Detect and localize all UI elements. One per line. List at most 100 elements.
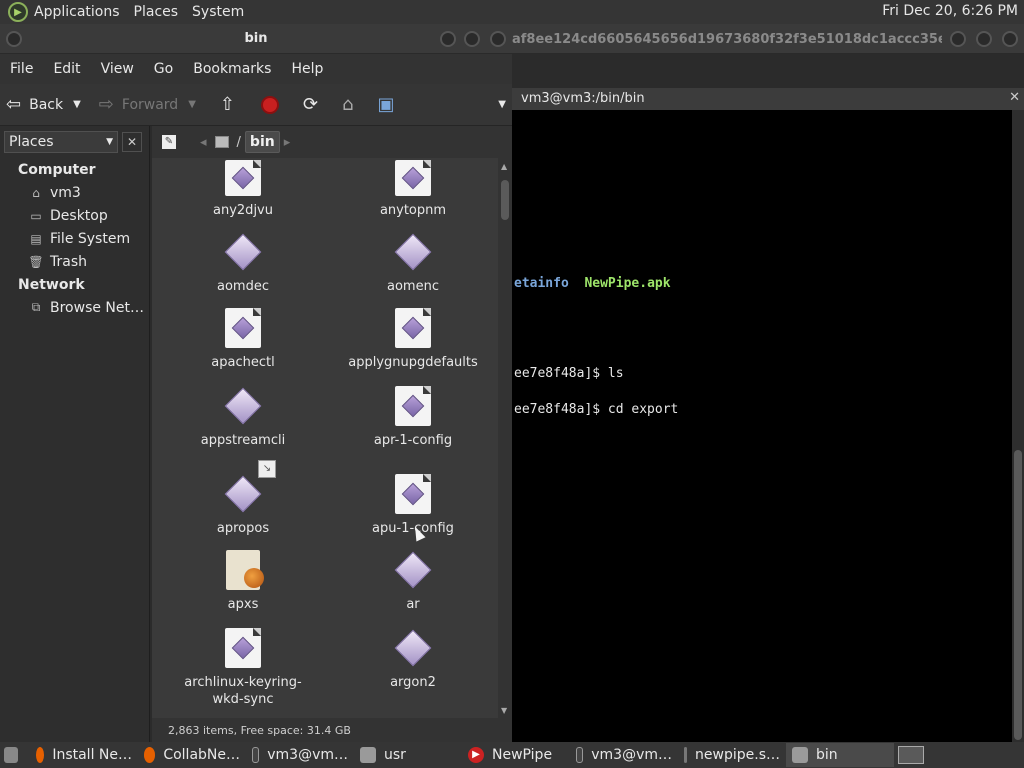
back-button[interactable]: ⇦ Back ▼ — [0, 90, 87, 120]
file-item[interactable]: apachectl — [158, 308, 328, 371]
sidebar-item-browse-network[interactable]: ⧉ Browse Net… — [0, 296, 149, 319]
file-label: appstreamcli — [200, 433, 286, 448]
toggle-location-entry-button[interactable]: ✎ — [158, 131, 180, 153]
taskbar-item-label: CollabNe… — [163, 747, 240, 763]
distro-logo-icon[interactable]: ▶ — [8, 2, 28, 22]
minimize-button[interactable] — [440, 31, 456, 47]
file-item[interactable]: ar — [328, 550, 498, 613]
terminal-scrollbar-thumb[interactable] — [1014, 450, 1022, 740]
folder-icon — [792, 747, 808, 763]
menu-edit[interactable]: Edit — [43, 61, 90, 77]
file-label: aomdec — [217, 279, 269, 294]
sidebar-item-desktop[interactable]: ▭ Desktop — [0, 204, 149, 227]
menu-file[interactable]: File — [0, 61, 43, 77]
scroll-down-icon[interactable]: ▼ — [501, 706, 507, 715]
breadcrumb-current[interactable]: bin — [244, 131, 280, 153]
computer-icon: ▣ — [377, 94, 395, 115]
places-menu[interactable]: Places — [128, 4, 187, 20]
computer-button[interactable]: ▣ — [366, 90, 407, 120]
overflow-dropdown-icon: ▼ — [498, 99, 506, 110]
file-item[interactable]: aomenc — [328, 232, 498, 295]
taskbar-item[interactable]: vm3@vm… — [246, 743, 354, 767]
show-desktop-button[interactable] — [0, 743, 30, 767]
scroll-up-icon[interactable]: ▲ — [501, 162, 507, 171]
sidebar-heading-computer: Computer — [18, 162, 96, 178]
back-history-dropdown-icon[interactable]: ▼ — [73, 99, 81, 110]
file-item[interactable]: apxs — [158, 550, 328, 613]
file-label: apr-1-config — [373, 433, 453, 448]
executable-icon — [223, 386, 263, 426]
chevron-down-icon: ▼ — [106, 137, 113, 147]
file-item[interactable]: anytopnm — [328, 160, 498, 219]
applications-menu[interactable]: Applications — [28, 4, 128, 20]
taskbar-item[interactable]: Install Ne… — [30, 743, 138, 767]
taskbar-item[interactable]: ▶ NewPipe — [462, 743, 570, 767]
executable-icon — [223, 474, 263, 514]
terminal-titlebar[interactable]: af8ee124cd6605645656d19673680f32f3e51018… — [512, 24, 1024, 54]
file-item[interactable]: appstreamcli — [158, 386, 328, 449]
script-icon — [226, 550, 264, 590]
terminal-minimize-button[interactable] — [950, 31, 966, 47]
close-icon[interactable]: ✕ — [1009, 90, 1020, 105]
breadcrumb-scroll-left[interactable]: ◂ — [196, 131, 211, 153]
sidebar-selector[interactable]: Places ▼ — [4, 131, 118, 153]
newpipe-icon: ▶ — [468, 747, 484, 763]
file-view-scrollbar-thumb[interactable] — [501, 180, 509, 220]
menu-help[interactable]: Help — [281, 61, 333, 77]
taskbar-item[interactable]: vm3@vm… — [570, 743, 678, 767]
terminal-maximize-button[interactable] — [976, 31, 992, 47]
terminal-tab[interactable]: vm3@vm3:/bin/bin ✕ — [512, 88, 1024, 110]
home-button[interactable]: ⌂ — [330, 90, 365, 120]
menu-go[interactable]: Go — [144, 61, 183, 77]
network-icon: ⧉ — [31, 300, 41, 314]
file-label: aomenc — [387, 279, 439, 294]
sidebar-selector-label: Places — [9, 134, 54, 150]
terminal-scrollbar[interactable] — [1012, 110, 1024, 742]
clock[interactable]: Fri Dec 20, 6:26 PM — [882, 3, 1018, 19]
reload-button[interactable]: ⟳ — [291, 90, 330, 120]
toolbar-overflow-button[interactable]: ▼ — [482, 90, 512, 120]
document-icon — [395, 160, 431, 196]
terminal-close-button[interactable] — [1002, 31, 1018, 47]
maximize-button[interactable] — [464, 31, 480, 47]
taskbar-item[interactable]: CollabNe… — [138, 743, 246, 767]
taskbar-item[interactable]: newpipe.s… — [678, 743, 786, 767]
file-view-scrollbar[interactable]: ▲ ▼ — [498, 158, 512, 718]
file-item[interactable]: archlinux-keyring-wkd-sync — [158, 628, 328, 708]
sidebar: Places ▼ ✕ Computer ⌂ vm3 ▭ Desktop ▤ File … — [0, 126, 150, 742]
file-icon-view[interactable]: any2djvu anytopnm aomdec aomenc apachect… — [152, 158, 498, 718]
file-item[interactable]: ↘ apropos — [158, 460, 328, 537]
system-menu[interactable]: System — [186, 4, 252, 20]
terminal-dir-entry: etainfo — [514, 276, 569, 291]
executable-icon — [223, 232, 263, 272]
breadcrumb-scroll-right[interactable]: ▸ — [280, 131, 295, 153]
taskbar-item-active[interactable]: bin — [786, 743, 894, 767]
file-item[interactable]: apr-1-config — [328, 386, 498, 449]
sidebar-item-trash[interactable]: 🗑 Trash — [0, 250, 149, 273]
file-manager-titlebar[interactable]: bin — [0, 24, 512, 54]
file-item[interactable]: aomdec — [158, 232, 328, 295]
executable-icon — [393, 232, 433, 272]
sidebar-item-file-system[interactable]: ▤ File System — [0, 227, 149, 250]
menu-view[interactable]: View — [91, 61, 144, 77]
file-label: applygnupgdefaults — [348, 355, 478, 370]
sidebar-item-label: vm3 — [50, 184, 81, 201]
file-item[interactable]: any2djvu — [158, 160, 328, 219]
close-sidebar-icon[interactable]: ✕ — [122, 132, 142, 152]
menu-bookmarks[interactable]: Bookmarks — [183, 61, 281, 77]
toolbar: ⇦ Back ▼ ⇨ Forward ▼ ⇧ ⟳ ⌂ ▣ ▼ — [0, 84, 512, 126]
file-item[interactable]: applygnupgdefaults — [328, 308, 498, 371]
breadcrumb-root[interactable] — [211, 131, 233, 153]
workspace-switcher[interactable] — [894, 743, 930, 767]
file-item[interactable]: argon2 — [328, 628, 498, 691]
executable-icon — [393, 628, 433, 668]
sidebar-item-vm3[interactable]: ⌂ vm3 — [0, 181, 149, 204]
forward-button[interactable]: ⇨ Forward ▼ — [93, 90, 202, 120]
terminal-output[interactable]: etainfo NewPipe.apk ee7e8f48a]$ ls ee7e8… — [512, 110, 1012, 742]
close-button[interactable] — [490, 31, 506, 47]
forward-history-dropdown-icon[interactable]: ▼ — [188, 99, 196, 110]
stop-button[interactable] — [249, 90, 291, 120]
up-button[interactable]: ⇧ — [206, 90, 249, 120]
file-label: any2djvu — [213, 203, 273, 218]
taskbar-item[interactable]: usr — [354, 743, 462, 767]
